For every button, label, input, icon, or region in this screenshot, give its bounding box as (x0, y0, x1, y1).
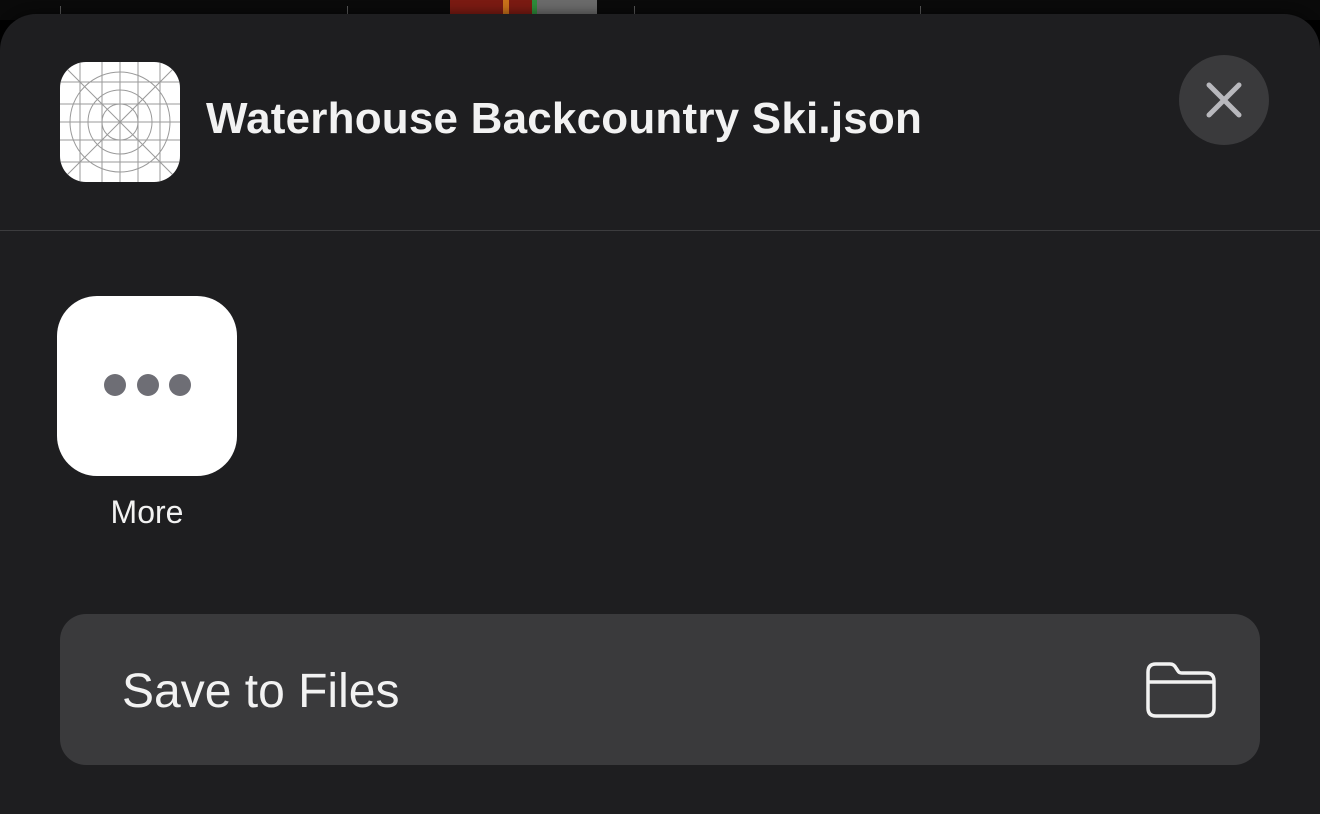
close-icon (1206, 82, 1242, 118)
share-sheet: Waterhouse Backcountry Ski.json More Sav… (0, 14, 1320, 814)
share-app-more[interactable]: More (57, 296, 237, 531)
background-tick (634, 6, 635, 14)
share-app-label: More (110, 494, 184, 530)
action-label: Save to Files (122, 665, 400, 718)
share-sheet-header: Waterhouse Backcountry Ski.json (0, 14, 1320, 230)
background-tick (347, 6, 348, 14)
file-thumbnail-icon (60, 62, 180, 182)
save-to-files-button[interactable]: Save to Files (60, 614, 1260, 765)
ellipsis-icon (57, 296, 237, 476)
more-app-tile[interactable] (57, 296, 237, 476)
background-tick (60, 6, 61, 14)
header-divider (0, 230, 1320, 231)
file-name-title: Waterhouse Backcountry Ski.json (206, 94, 923, 143)
folder-icon (1146, 662, 1216, 718)
background-tick (920, 6, 921, 14)
close-button[interactable] (1179, 55, 1269, 145)
